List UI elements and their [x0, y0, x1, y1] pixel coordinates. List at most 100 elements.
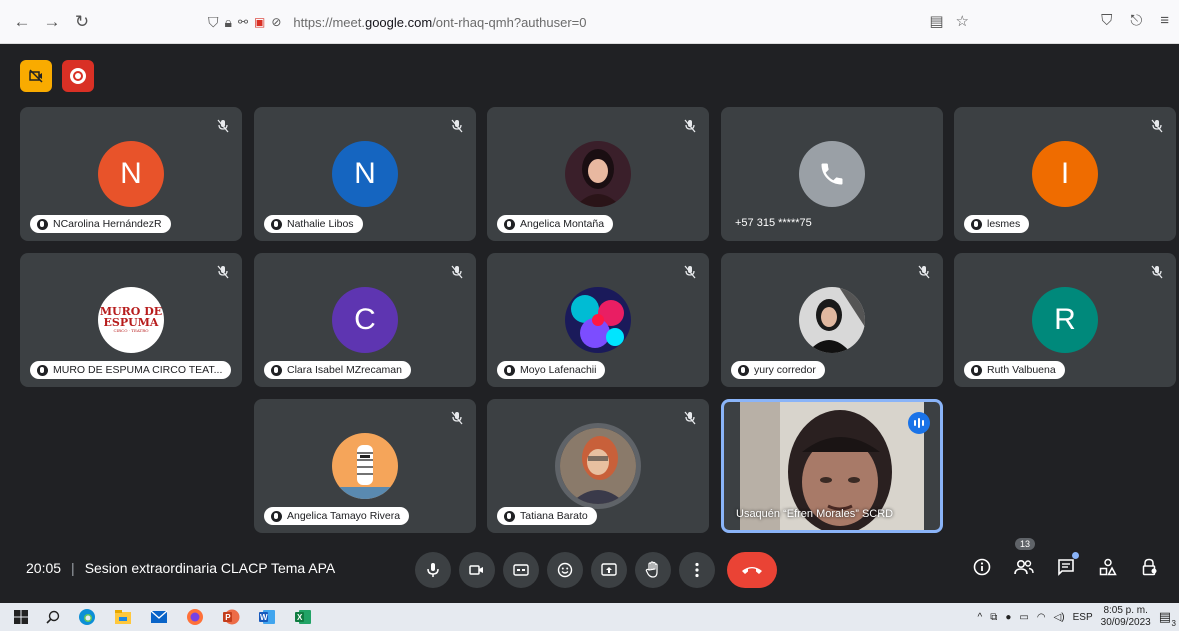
avatar-illustration: [332, 433, 398, 499]
more-options-button[interactable]: [679, 552, 715, 588]
activities-button[interactable]: [1097, 556, 1119, 578]
participant-tile[interactable]: Angelica Tamayo Rivera: [254, 399, 476, 533]
menu-icon[interactable]: ≡: [1160, 12, 1169, 29]
language-indicator[interactable]: ESP: [1073, 612, 1093, 623]
lock-icon[interactable]: 🔒︎: [225, 14, 232, 31]
mic-off-icon: [451, 411, 463, 425]
notifications-icon[interactable]: ▤ 3: [1159, 609, 1176, 628]
meeting-controls-bar: 20:05 | Sesion extraordinaria CLACP Tema…: [0, 538, 1179, 596]
meeting-details-button[interactable]: [971, 556, 993, 578]
participant-name: MURO DE ESPUMA CIRCO TEAT...: [30, 361, 232, 379]
emoji-icon: [557, 562, 573, 578]
phone-icon: [821, 163, 843, 185]
file-explorer-icon[interactable]: [114, 609, 132, 625]
avatar-photo: [555, 423, 641, 509]
end-call-button[interactable]: [727, 552, 777, 588]
volume-icon[interactable]: ◁): [1054, 612, 1065, 623]
edge-browser-icon[interactable]: [78, 608, 96, 626]
people-button[interactable]: 13: [1013, 538, 1036, 578]
unread-dot: [1072, 552, 1079, 559]
bookmark-star-icon[interactable]: ☆: [956, 12, 969, 30]
windows-taskbar: P W X ^ ⧉ ● ▭ ◠ ◁) ESP 8:05 p. m. 30/09/…: [0, 603, 1179, 631]
permissions-icon[interactable]: ⚯: [238, 15, 248, 29]
excel-icon[interactable]: X: [294, 608, 312, 626]
participant-video-tile-active[interactable]: Usaquén “Efren Morales” SCRD: [721, 399, 943, 533]
participant-tile[interactable]: MURO DE ESPUMA CIRCO · TEATRO MURO DE ES…: [20, 253, 242, 387]
closed-captions-icon: [513, 564, 529, 576]
battery-icon[interactable]: ▭: [1019, 612, 1028, 623]
pin-icon: [971, 364, 982, 376]
avatar-photo: [565, 287, 631, 353]
notification-count: 3: [1171, 619, 1176, 628]
mic-off-icon: [1151, 265, 1163, 279]
pin-icon: [738, 364, 749, 376]
reader-view-icon[interactable]: ▤: [929, 12, 943, 30]
pocket-icon[interactable]: ⛉: [1101, 12, 1112, 29]
address-bar[interactable]: ⛉ 🔒︎ ⚯ ▣ ⊘ https://meet.google.com/ont-r…: [208, 8, 988, 36]
pin-icon: [504, 364, 515, 376]
people-icon: [1014, 559, 1034, 575]
system-clock[interactable]: 8:05 p. m. 30/09/2023: [1101, 605, 1151, 629]
wifi-icon[interactable]: ◠: [1037, 612, 1046, 623]
show-hidden-icons-icon[interactable]: ^: [978, 612, 983, 623]
reload-icon[interactable]: ↻: [68, 8, 96, 36]
participant-name: Ruth Valbuena: [964, 361, 1065, 379]
microphone-button[interactable]: [415, 552, 451, 588]
autoplay-blocked-icon[interactable]: ⊘: [271, 15, 281, 29]
participant-name: +57 315 *****75: [735, 217, 812, 229]
extensions-icon[interactable]: ⎋: [1130, 12, 1142, 29]
participant-tile[interactable]: Moyo Lafenachii: [487, 253, 709, 387]
windows-start-icon[interactable]: [14, 610, 28, 624]
search-icon[interactable]: [46, 610, 60, 624]
lock-person-icon: [1142, 558, 1157, 576]
participant-name: Tatiana Barato: [497, 507, 597, 525]
participant-tile[interactable]: I lesmes: [954, 107, 1176, 241]
participant-name: yury corredor: [731, 361, 825, 379]
participant-name: Nathalie Libos: [264, 215, 363, 233]
participant-name: NCarolina HernándezR: [30, 215, 171, 233]
avatar: [799, 141, 865, 207]
reactions-button[interactable]: [547, 552, 583, 588]
mail-icon[interactable]: [150, 609, 168, 625]
raise-hand-button[interactable]: [635, 552, 671, 588]
word-icon[interactable]: W: [258, 608, 276, 626]
pin-icon: [271, 364, 282, 376]
chat-button[interactable]: [1055, 552, 1079, 578]
shield-icon[interactable]: ⛉: [208, 14, 219, 31]
participant-tile[interactable]: C Clara Isabel MZrecaman: [254, 253, 476, 387]
participant-name: Angelica Montaña: [497, 215, 614, 233]
participant-tile[interactable]: Angelica Montaña: [487, 107, 709, 241]
speaking-indicator-icon: [908, 412, 930, 434]
microphone-tray-icon[interactable]: ●: [1005, 612, 1011, 623]
pin-icon: [271, 218, 282, 230]
info-icon: [973, 558, 991, 576]
host-controls-button[interactable]: [1139, 556, 1161, 578]
present-screen-icon: [601, 563, 617, 576]
participant-tile[interactable]: Tatiana Barato: [487, 399, 709, 533]
meeting-time: 20:05: [26, 560, 62, 576]
participant-name: Angelica Tamayo Rivera: [264, 507, 410, 525]
mic-off-icon: [451, 265, 463, 279]
participant-tile[interactable]: yury corredor: [721, 253, 943, 387]
participant-tile[interactable]: +57 315 *****75: [721, 107, 943, 241]
chat-icon: [1058, 559, 1074, 576]
back-icon[interactable]: ←: [8, 8, 36, 36]
camera-permission-icon[interactable]: ▣: [254, 15, 265, 29]
captions-button[interactable]: [503, 552, 539, 588]
camera-blocked-badge[interactable]: [20, 60, 52, 92]
firefox-icon[interactable]: [186, 608, 204, 626]
recording-badge[interactable]: [62, 60, 94, 92]
participant-tile[interactable]: N NCarolina HernándezR: [20, 107, 242, 241]
url-text[interactable]: https://meet.google.com/ont-rhaq-qmh?aut…: [293, 15, 586, 30]
powerpoint-icon[interactable]: P: [222, 608, 240, 626]
forward-icon[interactable]: →: [38, 8, 66, 36]
hand-icon: [645, 561, 658, 578]
muro-de-espuma-logo: MURO DE ESPUMA CIRCO · TEATRO: [98, 287, 164, 353]
separator: |: [71, 560, 75, 576]
participant-tile[interactable]: N Nathalie Libos: [254, 107, 476, 241]
present-button[interactable]: [591, 552, 627, 588]
camera-button[interactable]: [459, 552, 495, 588]
avatar: R: [1032, 287, 1098, 353]
meet-tray-icon[interactable]: ⧉: [990, 612, 997, 623]
participant-tile[interactable]: R Ruth Valbuena: [954, 253, 1176, 387]
